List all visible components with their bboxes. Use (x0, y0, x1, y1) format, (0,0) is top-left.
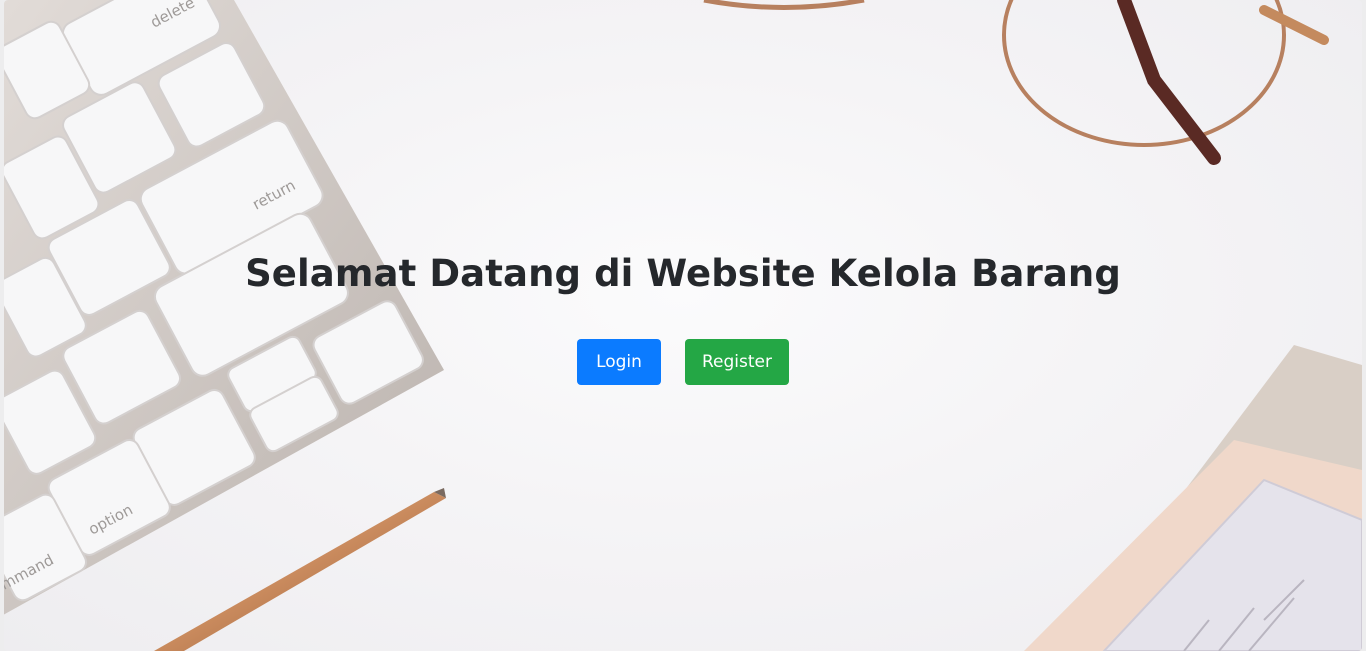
hero-section: Selamat Datang di Website Kelola Barang … (0, 0, 1366, 651)
login-button[interactable]: Login (577, 339, 661, 385)
landing-page: delete return option mmand Selamat Datan… (0, 0, 1366, 651)
page-title: Selamat Datang di Website Kelola Barang (245, 252, 1121, 295)
register-button[interactable]: Register (685, 339, 789, 385)
